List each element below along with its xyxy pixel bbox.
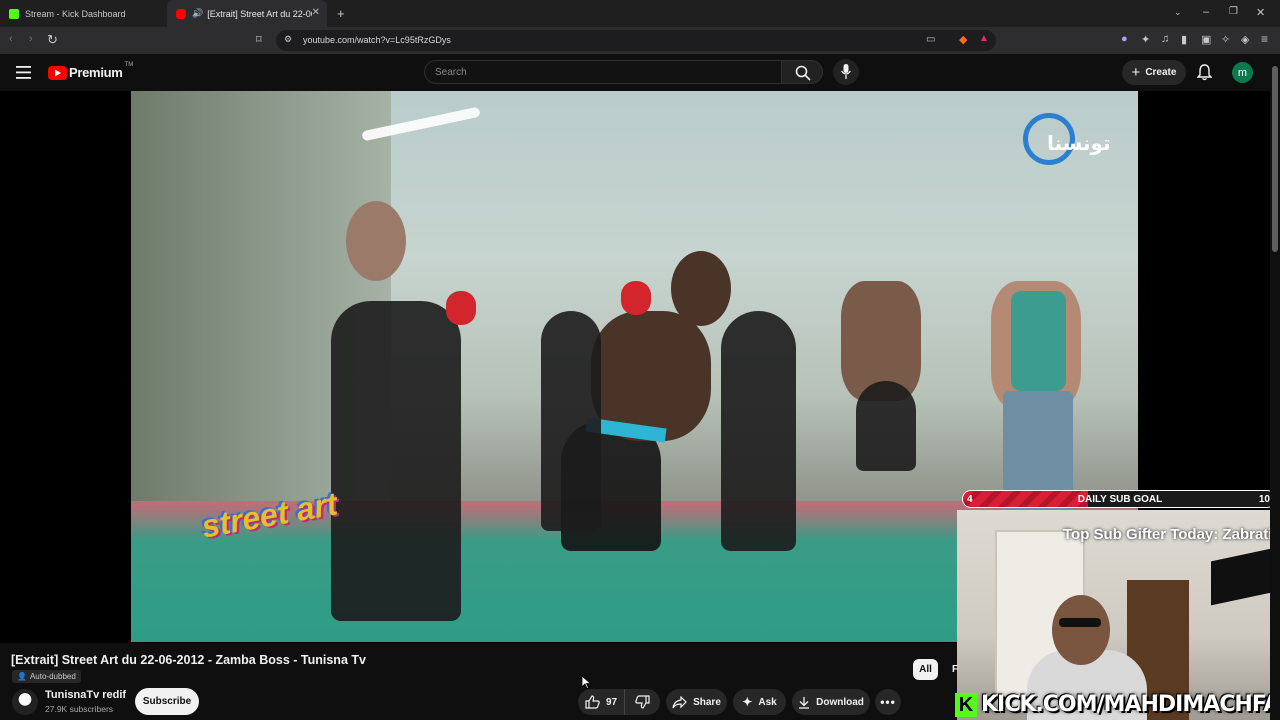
youtube-header: Premium TM Search + Create m — [0, 54, 1280, 91]
leo-icon[interactable]: ● — [1121, 33, 1128, 45]
tab-youtube-video[interactable]: 🔊 [Extrait] Street Art du 22-06-2 ✕ — [167, 0, 327, 27]
share-button[interactable]: Share — [666, 689, 727, 715]
kick-url-text: KICK.COM/MAHDIMACHFAROTB — [981, 692, 1280, 717]
thumbs-down-icon — [635, 695, 650, 709]
subscriber-count: 27.9K subscribers — [45, 704, 114, 714]
youtube-play-icon — [48, 65, 67, 80]
boxing-glove — [446, 291, 476, 325]
sub-goal-target: 10 — [1258, 494, 1270, 505]
tab-title: Stream - Kick Dashboard — [25, 8, 126, 19]
download-label: Download — [816, 696, 864, 708]
video-figure-head — [346, 201, 406, 281]
subscribe-button[interactable]: Subscribe — [135, 688, 199, 715]
share-icon — [672, 695, 687, 708]
close-tab-icon[interactable]: ✕ — [312, 7, 320, 18]
kick-url-banner: K KICK.COM/MAHDIMACHFAROTB — [955, 690, 1280, 720]
close-window-icon[interactable]: ✕ — [1256, 6, 1265, 19]
browser-address-bar: ‹ › ↻ ⌑ ⚙ youtube.com/watch?v=Lc95tRzGDy… — [0, 27, 1280, 54]
forward-icon[interactable]: › — [29, 33, 33, 45]
brand-sup: TM — [124, 61, 134, 68]
create-button[interactable]: + Create — [1122, 60, 1186, 85]
dislike-button[interactable] — [624, 689, 660, 715]
auto-dubbed-label: Auto-dubbed — [29, 672, 76, 681]
like-button[interactable]: 97 — [578, 689, 624, 715]
extensions-icon[interactable]: ✦ — [1141, 33, 1150, 46]
download-icon — [799, 696, 810, 709]
channel-name[interactable]: TunisnaTv redif — [45, 689, 126, 701]
vpn-icon[interactable]: ◈ — [1241, 33, 1249, 46]
auto-dubbed-badge: 👤 Auto-dubbed — [12, 670, 81, 683]
video-figure-head — [671, 251, 731, 326]
notifications-bell-icon[interactable] — [1197, 64, 1212, 81]
video-figure — [721, 311, 796, 551]
bookmark-icon[interactable]: ⌑ — [256, 33, 262, 46]
top-sub-gifter-text: Top Sub Gifter Today: Zabratino — [1063, 526, 1280, 543]
minimize-icon[interactable]: – — [1203, 6, 1209, 18]
like-count: 97 — [605, 696, 618, 708]
chip-partial[interactable]: F — [952, 664, 958, 675]
video-figure — [856, 381, 916, 471]
chevron-down-icon[interactable]: ⌄ — [1174, 7, 1182, 18]
ask-label: Ask — [758, 696, 777, 708]
microphone-icon — [841, 64, 851, 79]
page-scrollbar[interactable] — [1270, 54, 1280, 720]
media-icon[interactable]: ♫ — [1161, 33, 1169, 45]
webcam-tv — [1211, 548, 1271, 606]
video-figure — [331, 301, 461, 621]
scrollbar-thumb[interactable] — [1272, 66, 1278, 252]
dub-icon: 👤 — [17, 672, 27, 681]
youtube-favicon-icon — [176, 8, 186, 19]
search-placeholder: Search — [435, 67, 467, 78]
maximize-icon[interactable]: ❐ — [1229, 6, 1238, 17]
kick-logo-icon: K — [955, 693, 977, 717]
url-text: youtube.com/watch?v=Lc95tRzGDys — [303, 35, 451, 45]
daily-sub-goal-bar: 4 DAILY SUB GOAL 10 — [962, 490, 1276, 508]
brand-label: Premium — [69, 65, 123, 80]
brave-shield-icon[interactable]: ◆ — [959, 33, 967, 46]
create-label: Create — [1145, 67, 1177, 78]
download-button[interactable]: Download — [792, 689, 870, 715]
tab-kick-dashboard[interactable]: Stream - Kick Dashboard — [0, 0, 165, 27]
more-horizontal-icon: ••• — [880, 695, 896, 709]
search-button[interactable] — [781, 60, 823, 84]
speaker-icon[interactable]: 🔊 — [192, 8, 203, 19]
browser-tab-bar: Stream - Kick Dashboard 🔊 [Extrait] Stre… — [0, 0, 1280, 27]
mouse-cursor-icon — [582, 676, 591, 689]
menu-icon[interactable]: ≡ — [1261, 32, 1268, 46]
green-tank-top — [1011, 291, 1066, 391]
reload-icon[interactable]: ↻ — [47, 32, 58, 48]
share-label: Share — [693, 696, 721, 708]
site-info-icon[interactable]: ⚙ — [284, 34, 292, 45]
video-figure — [541, 311, 601, 531]
youtube-premium-logo[interactable]: Premium TM — [48, 61, 134, 80]
thumbs-up-icon — [585, 695, 600, 709]
search-icon — [795, 65, 811, 81]
more-actions-button[interactable]: ••• — [875, 689, 901, 715]
sidebar-icon[interactable]: ▮ — [1181, 33, 1187, 46]
new-tab-icon[interactable]: + — [337, 6, 345, 21]
tab-title: [Extrait] Street Art du 22-06-2 — [207, 8, 313, 19]
chip-all[interactable]: All — [913, 659, 938, 680]
sparkle-icon: ✦ — [742, 695, 753, 709]
search-input[interactable]: Search — [424, 60, 782, 84]
plus-icon: + — [1131, 64, 1141, 81]
account-avatar[interactable]: m — [1232, 62, 1253, 83]
voice-search-button[interactable] — [833, 59, 859, 85]
boxing-glove — [621, 281, 651, 315]
video-title: [Extrait] Street Art du 22-06-2012 - Zam… — [11, 653, 366, 667]
streamer-head — [1052, 595, 1110, 665]
hamburger-menu-icon[interactable] — [16, 66, 31, 79]
streamer-glasses — [1059, 618, 1101, 627]
wallet-icon[interactable]: ▣ — [1201, 33, 1211, 46]
kick-favicon-icon — [9, 8, 19, 19]
ask-button[interactable]: ✦ Ask — [733, 689, 786, 715]
sub-goal-label: DAILY SUB GOAL — [1077, 494, 1163, 505]
channel-avatar[interactable] — [12, 689, 38, 715]
back-icon[interactable]: ‹ — [9, 33, 13, 45]
channel-watermark-text: تونسنا — [1047, 131, 1111, 155]
ai-icon[interactable]: ✧ — [1221, 33, 1230, 46]
rewards-icon[interactable]: ▲ — [979, 33, 989, 44]
cast-icon[interactable]: ▭ — [926, 34, 935, 45]
url-input[interactable]: ⚙ youtube.com/watch?v=Lc95tRzGDys ▭ ◆ ▲ — [276, 30, 996, 51]
